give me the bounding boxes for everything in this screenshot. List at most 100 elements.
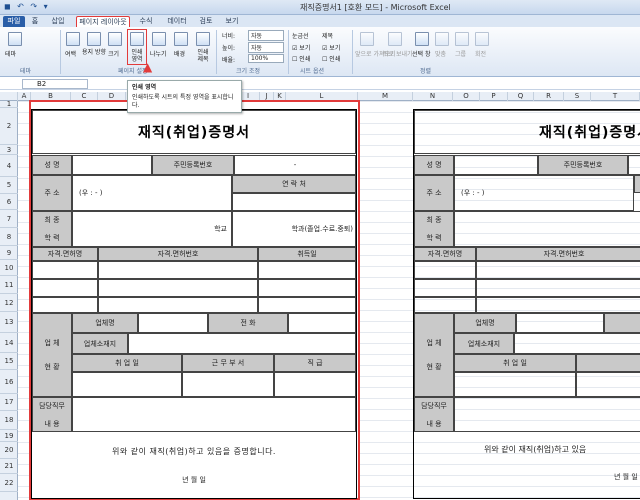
rotate-icon[interactable]	[475, 32, 489, 46]
hire-date-value-2[interactable]	[454, 372, 576, 397]
cert-no-cell[interactable]	[98, 261, 258, 279]
row-header[interactable]: 22	[0, 474, 18, 492]
headings-print-checkbox[interactable]: ☐ 인쇄	[322, 54, 340, 63]
headings-view-checkbox[interactable]: ☑ 보기	[322, 43, 340, 52]
orientation-button[interactable]: 용지 방향	[82, 49, 106, 56]
tab-data[interactable]: 데이터	[164, 16, 190, 27]
address-value[interactable]: (우 : - )	[72, 175, 232, 211]
cert-no-cell-2[interactable]	[476, 297, 640, 313]
name-box[interactable]: B2	[22, 79, 88, 89]
column-header[interactable]: R	[534, 92, 564, 101]
send-backward-button[interactable]: 뒤로 보내기	[383, 49, 413, 58]
print-titles-icon[interactable]	[196, 32, 210, 46]
acq-date-cell[interactable]	[258, 261, 356, 279]
selection-pane-button[interactable]: 선택 창	[412, 49, 430, 58]
certification-date[interactable]: 년 월 일	[182, 475, 206, 485]
column-header[interactable]: P	[480, 92, 508, 101]
orientation-icon[interactable]	[87, 32, 101, 46]
rrn-value[interactable]: -	[234, 155, 356, 175]
row-header[interactable]: 14	[0, 333, 18, 353]
row-header[interactable]: 7	[0, 210, 18, 228]
address-value-2[interactable]: (우 : - )	[454, 175, 634, 211]
company-value-2[interactable]	[516, 313, 604, 333]
contact-value[interactable]	[232, 193, 356, 211]
row-header[interactable]: 16	[0, 370, 18, 394]
gridlines-print-checkbox[interactable]: ☐ 인쇄	[292, 54, 310, 63]
column-header[interactable]: S	[564, 92, 591, 101]
dept-value[interactable]: 학과(졸업.수료.중퇴)	[232, 211, 356, 247]
cert-no-cell-2[interactable]	[476, 279, 640, 297]
row-header[interactable]: 1	[0, 101, 18, 108]
row-header[interactable]: 20	[0, 442, 18, 459]
theme-icon[interactable]	[8, 32, 22, 46]
tab-formulas[interactable]: 수식	[136, 16, 156, 27]
tab-insert[interactable]: 삽입	[48, 16, 68, 27]
row-header[interactable]: 3	[0, 145, 18, 155]
company-address-value[interactable]	[128, 333, 356, 354]
rrn-value-2[interactable]	[628, 155, 640, 175]
hire-date-value[interactable]	[72, 372, 182, 397]
rotate-button[interactable]: 회전	[475, 49, 486, 58]
selection-pane-icon[interactable]	[415, 32, 429, 46]
bring-forward-icon[interactable]	[360, 32, 374, 46]
margins-button[interactable]: 여백	[65, 49, 76, 58]
cert-no-cell[interactable]	[98, 279, 258, 297]
duty-value[interactable]	[72, 397, 356, 432]
school-value-2[interactable]	[454, 211, 640, 247]
form-title[interactable]: 재직(취업)증명서	[32, 110, 356, 154]
height-select[interactable]: 자동	[248, 42, 284, 53]
row-header[interactable]: 19	[0, 430, 18, 442]
row-header[interactable]: 21	[0, 459, 18, 474]
column-header[interactable]: N	[413, 92, 453, 101]
certificate-form-page2[interactable]: 재직(취업)증명서 성 명 주민등록번호 주 소 (우 : - ) 최 종학 력…	[413, 109, 640, 499]
column-header[interactable]: O	[453, 92, 480, 101]
cert-name-cell[interactable]	[32, 297, 98, 313]
cert-name-cell[interactable]	[32, 261, 98, 279]
group-button[interactable]: 그룹	[455, 49, 466, 58]
form-title-2[interactable]: 재직(취업)증명서	[414, 110, 640, 154]
tab-page-layout[interactable]: 페이지 레이아웃	[76, 16, 130, 27]
theme-button-label[interactable]: 테마	[5, 49, 16, 58]
row-header[interactable]: 5	[0, 177, 18, 194]
company-address-value-2[interactable]	[514, 333, 640, 354]
company-value[interactable]	[138, 313, 208, 333]
duty-value-2[interactable]	[454, 397, 640, 432]
acq-date-cell[interactable]	[258, 279, 356, 297]
row-header[interactable]: 8	[0, 228, 18, 246]
row-header[interactable]: 6	[0, 194, 18, 210]
row-header[interactable]: 15	[0, 353, 18, 370]
print-titles-button[interactable]: 인쇄 제목	[195, 49, 211, 63]
row-header[interactable]: 11	[0, 276, 18, 294]
cert-name-cell-2[interactable]	[414, 261, 476, 279]
row-header[interactable]: 4	[0, 155, 18, 177]
breaks-button[interactable]: 나누기	[150, 49, 167, 58]
cert-name-cell-2[interactable]	[414, 297, 476, 313]
row-header[interactable]: 18	[0, 411, 18, 430]
breaks-icon[interactable]	[152, 32, 166, 46]
work-dept-value[interactable]	[182, 372, 274, 397]
cert-name-cell[interactable]	[32, 279, 98, 297]
tab-file[interactable]: 파일	[3, 16, 25, 27]
size-icon[interactable]	[108, 32, 122, 46]
send-backward-icon[interactable]	[388, 32, 402, 46]
size-button[interactable]: 크기	[108, 49, 119, 58]
column-header[interactable]: Q	[508, 92, 534, 101]
name-value-2[interactable]	[454, 155, 538, 175]
cert-no-cell[interactable]	[98, 297, 258, 313]
name-value[interactable]	[72, 155, 152, 175]
cert-name-cell-2[interactable]	[414, 279, 476, 297]
quick-access-toolbar[interactable]: ◼ ↶ ↷ ▾	[4, 2, 50, 11]
column-header[interactable]: T	[591, 92, 640, 101]
row-header[interactable]: 10	[0, 260, 18, 276]
school-value[interactable]: 학교	[72, 211, 232, 247]
gridlines-view-checkbox[interactable]: ☑ 보기	[292, 43, 310, 52]
phone-value[interactable]	[288, 313, 356, 333]
cert-no-cell-2[interactable]	[476, 261, 640, 279]
row-header[interactable]: 12	[0, 294, 18, 312]
scale-input[interactable]: 100%	[248, 54, 284, 63]
group-icon[interactable]	[455, 32, 469, 46]
row-header[interactable]: 17	[0, 394, 18, 411]
row-header[interactable]: 13	[0, 312, 18, 333]
tab-home[interactable]: 홈	[28, 16, 42, 27]
certificate-form[interactable]: 재직(취업)증명서 성 명 주민등록번호 - 주 소 (우 : - ) 연 락 …	[31, 109, 357, 499]
